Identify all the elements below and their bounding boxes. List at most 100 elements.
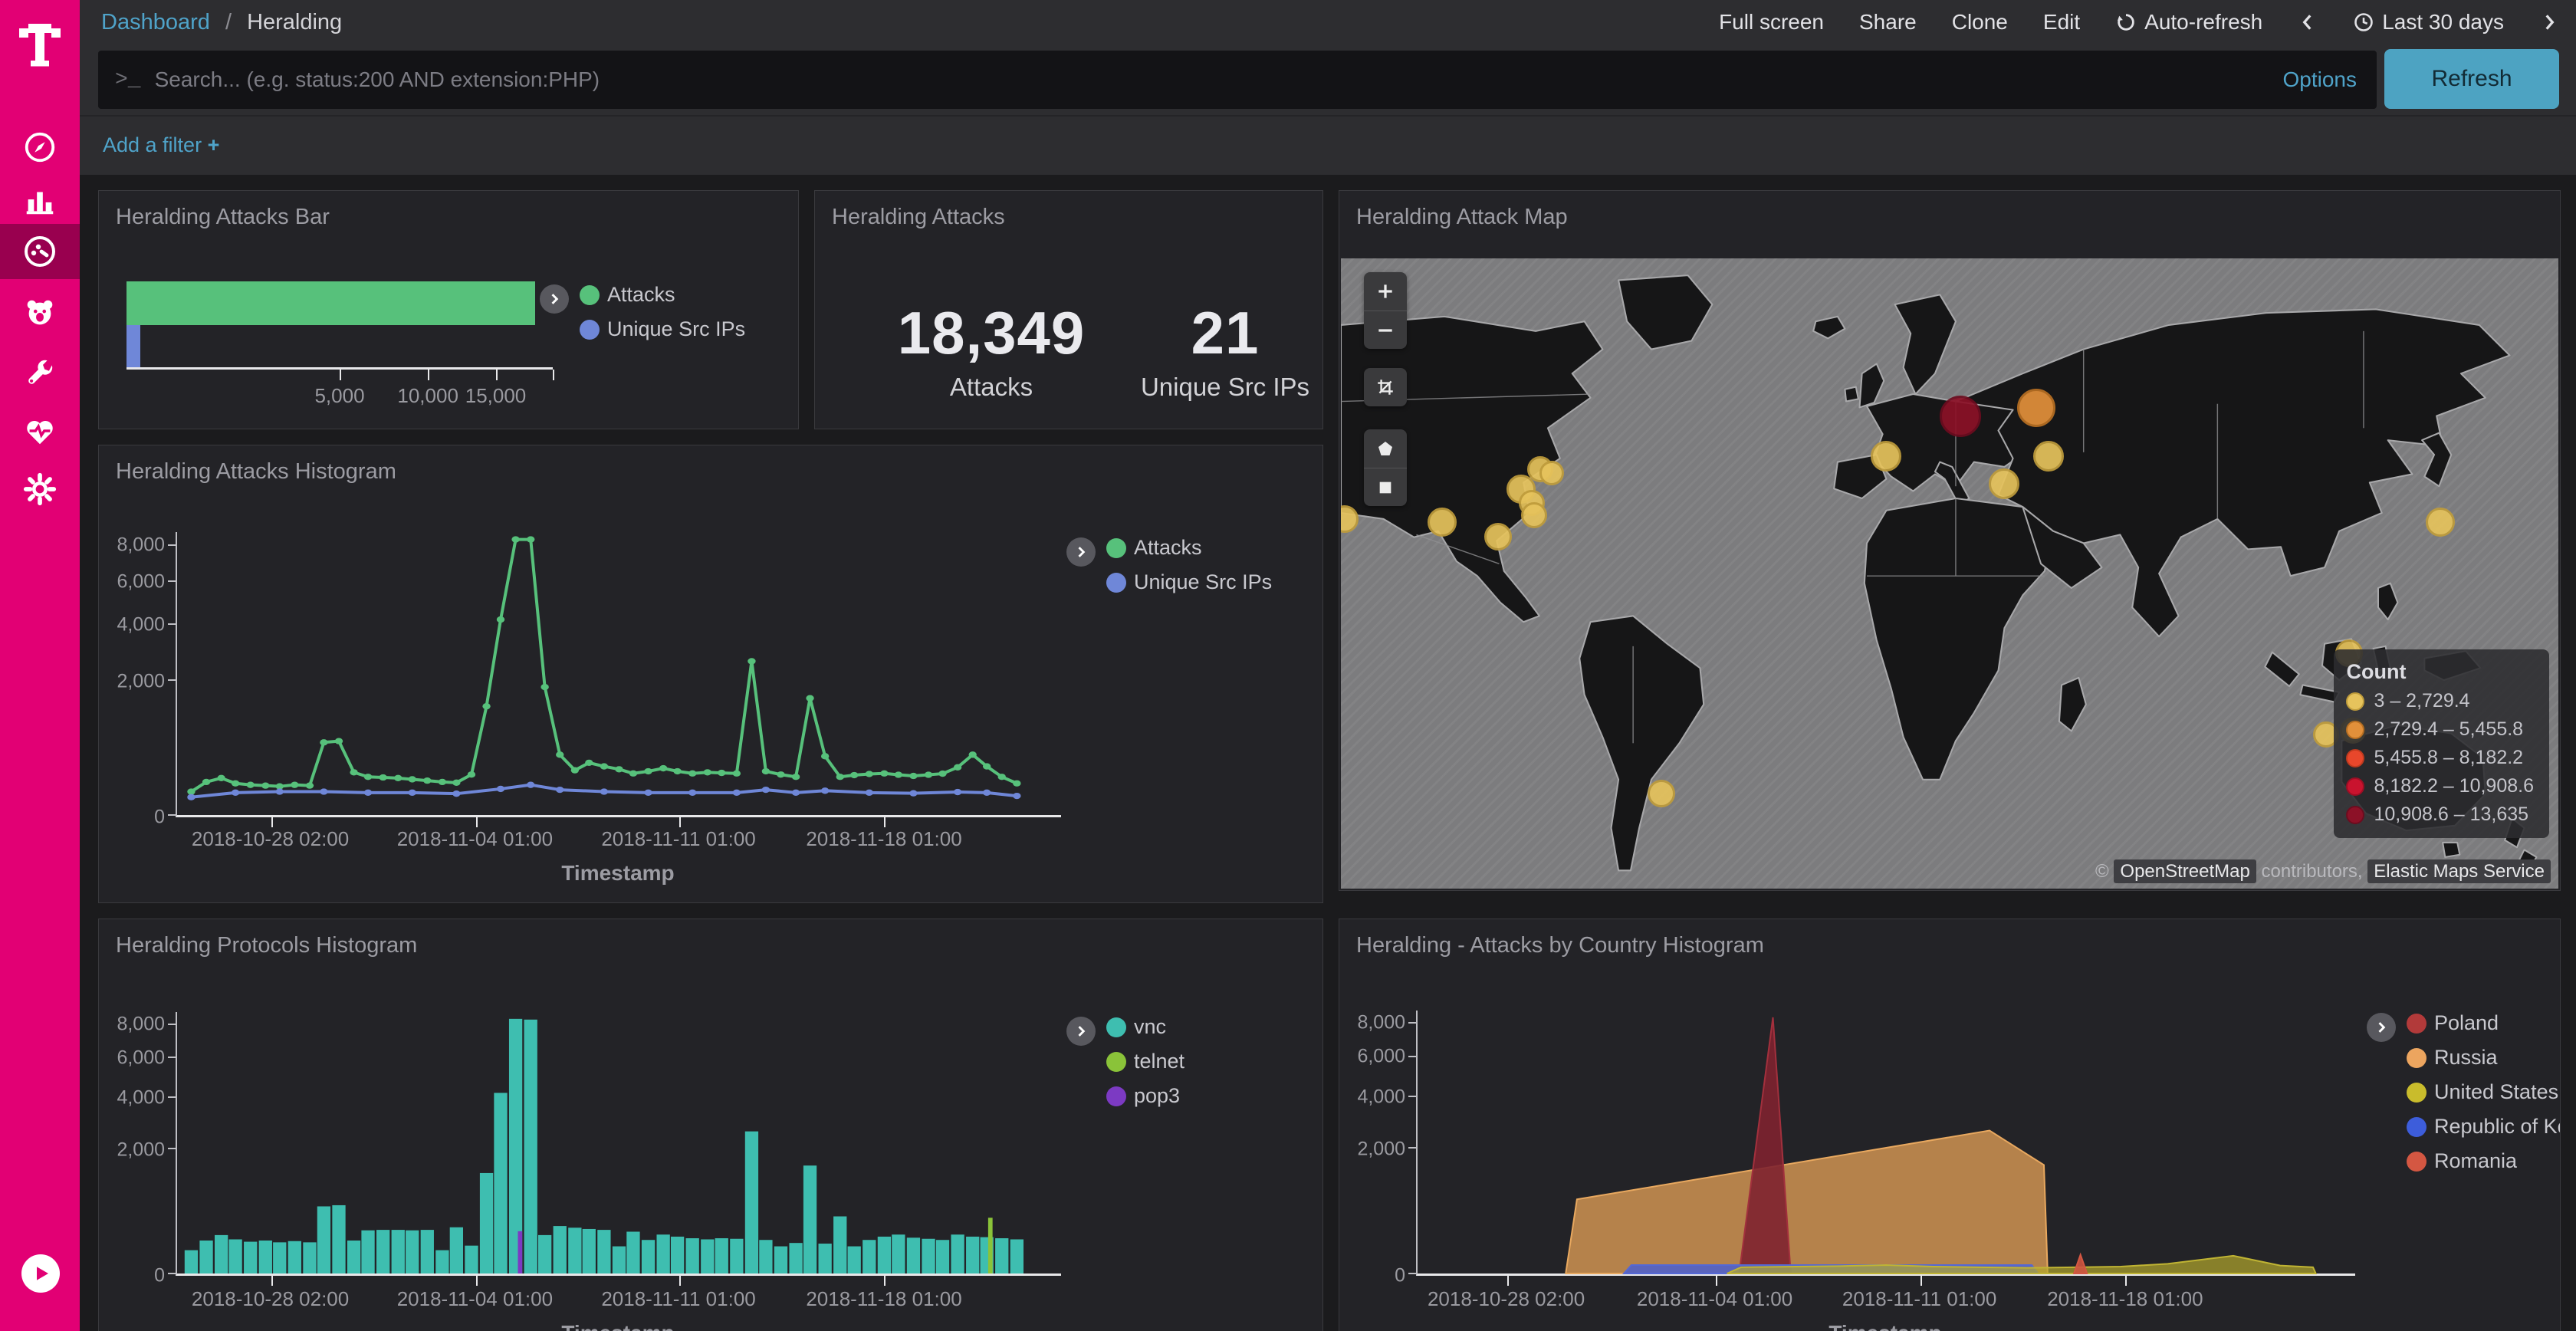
time-back-button[interactable] bbox=[2298, 12, 2318, 32]
x-tick-mark bbox=[1507, 1276, 1509, 1286]
world-map[interactable]: Count 3 – 2,729.42,729.4 – 5,455.85,455.… bbox=[1341, 258, 2558, 889]
attack-location-dot[interactable] bbox=[1428, 508, 1457, 537]
legend-label: Attacks bbox=[1134, 536, 1202, 560]
plot-area[interactable] bbox=[1416, 1011, 2355, 1276]
time-range-picker[interactable]: Last 30 days bbox=[2353, 10, 2504, 35]
legend-item[interactable]: Romania bbox=[2407, 1149, 2561, 1173]
y-tick-mark bbox=[1408, 1056, 1416, 1057]
y-tick-mark bbox=[168, 679, 176, 681]
legend-label: Romania bbox=[2434, 1149, 2517, 1173]
map-polygon-tool-button[interactable] bbox=[1364, 429, 1407, 468]
top-nav-bar: Dashboard / Heralding Full screen Share … bbox=[80, 0, 2576, 44]
y-tick-label: 8,000 bbox=[117, 534, 165, 557]
map-legend-item: 2,729.4 – 5,455.8 bbox=[2346, 718, 2534, 741]
elastic-maps-link[interactable]: Elastic Maps Service bbox=[2367, 859, 2551, 883]
legend-item[interactable]: telnet bbox=[1106, 1050, 1184, 1073]
legend-color-dot bbox=[2407, 1048, 2426, 1068]
metric-unique-src-ips: 21 Unique Src IPs bbox=[1137, 298, 1313, 402]
full-screen-button[interactable]: Full screen bbox=[1719, 10, 1824, 35]
map-legend-dot bbox=[2346, 777, 2364, 796]
auto-refresh-button[interactable]: Auto-refresh bbox=[2115, 10, 2262, 35]
x-tick-label: 2018-11-11 01:00 bbox=[601, 1287, 755, 1311]
sidebar-item-monitoring[interactable] bbox=[0, 403, 80, 458]
chart-legend: vnc telnet pop3 bbox=[1066, 1015, 1184, 1108]
legend-label: Unique Src IPs bbox=[607, 317, 745, 341]
map-rectangle-tool-button[interactable] bbox=[1364, 468, 1407, 506]
sidebar-item-dev-tools[interactable] bbox=[0, 345, 80, 400]
legend-item[interactable]: vnc bbox=[1106, 1015, 1184, 1039]
attack-location-dot[interactable] bbox=[2017, 389, 2055, 427]
attack-location-dot[interactable] bbox=[1871, 441, 1901, 472]
breadcrumb-dashboard-link[interactable]: Dashboard bbox=[101, 10, 210, 35]
attack-location-dot[interactable] bbox=[1648, 780, 1675, 807]
legend-item[interactable]: United States bbox=[2407, 1080, 2561, 1104]
legend-item[interactable]: pop3 bbox=[1106, 1084, 1184, 1108]
map-attribution: © OpenStreetMap contributors, Elastic Ma… bbox=[2095, 861, 2551, 882]
x-tick-mark bbox=[476, 1276, 478, 1286]
sidebar-item-bear-app[interactable] bbox=[0, 285, 80, 340]
breadcrumb-current: Heralding bbox=[247, 10, 342, 35]
legend-item[interactable]: Attacks bbox=[1106, 536, 1272, 560]
attack-location-dot[interactable] bbox=[1521, 502, 1547, 528]
search-input[interactable] bbox=[155, 67, 2283, 92]
attack-location-dot[interactable] bbox=[1484, 523, 1512, 550]
sidebar-item-management[interactable] bbox=[0, 462, 80, 517]
time-forward-button[interactable] bbox=[2539, 12, 2559, 32]
edit-button[interactable]: Edit bbox=[2043, 10, 2080, 35]
legend-label: vnc bbox=[1134, 1015, 1166, 1039]
attack-location-dot[interactable] bbox=[1940, 396, 1981, 437]
sidebar-item-dashboard[interactable] bbox=[0, 224, 80, 279]
legend-item[interactable]: Unique Src IPs bbox=[1106, 570, 1272, 594]
sidebar-item-visualize[interactable] bbox=[0, 173, 80, 228]
y-tick-mark bbox=[168, 544, 176, 546]
map-legend-label: 2,729.4 – 5,455.8 bbox=[2374, 718, 2523, 741]
refresh-cycle-icon bbox=[2115, 12, 2137, 33]
refresh-button[interactable]: Refresh bbox=[2384, 49, 2559, 109]
add-filter-link[interactable]: Add a filter + bbox=[103, 133, 219, 157]
chart-legend: Attacks Unique Src IPs bbox=[540, 283, 745, 341]
map-legend-label: 3 – 2,729.4 bbox=[2374, 690, 2469, 712]
y-tick-label: 2,000 bbox=[117, 1139, 165, 1162]
bar-unique-src-ips[interactable] bbox=[127, 325, 140, 367]
telekom-logo-icon[interactable] bbox=[12, 17, 67, 72]
legend-item[interactable]: Unique Src IPs bbox=[580, 317, 745, 341]
legend-item[interactable]: Attacks bbox=[580, 283, 745, 307]
share-button[interactable]: Share bbox=[1859, 10, 1917, 35]
legend-color-dot bbox=[2407, 1014, 2426, 1034]
y-tick-mark bbox=[168, 1096, 176, 1098]
sidebar-item-discover[interactable] bbox=[0, 120, 80, 175]
map-crop-button[interactable] bbox=[1364, 368, 1407, 406]
heartbeat-icon bbox=[22, 413, 58, 449]
x-axis: 5,00010,00015,000 bbox=[127, 367, 553, 370]
x-tick-mark bbox=[679, 1276, 681, 1286]
bear-icon bbox=[22, 295, 58, 330]
panel-heralding-attacks-bar: Heralding Attacks Bar 5,00010,00015,000 … bbox=[98, 190, 799, 429]
openstreetmap-link[interactable]: OpenStreetMap bbox=[2114, 859, 2256, 883]
x-tick-mark bbox=[1716, 1276, 1717, 1286]
clone-button[interactable]: Clone bbox=[1952, 10, 2008, 35]
legend-color-dot bbox=[1106, 1086, 1126, 1106]
attack-location-dot[interactable] bbox=[1989, 468, 2019, 499]
y-tick-mark bbox=[1408, 1022, 1416, 1024]
legend-item[interactable]: Republic of Korea bbox=[2407, 1115, 2561, 1139]
attack-location-dot[interactable] bbox=[1539, 461, 1564, 485]
legend-toggle-icon[interactable] bbox=[2367, 1013, 2396, 1042]
map-zoom-out-button[interactable] bbox=[1364, 311, 1407, 349]
sidebar-expand-button[interactable] bbox=[21, 1254, 60, 1293]
attack-location-dot[interactable] bbox=[2033, 441, 2064, 472]
x-tick-label: 2018-10-28 02:00 bbox=[192, 827, 349, 851]
sidebar bbox=[0, 0, 80, 1331]
attack-location-dot[interactable] bbox=[2426, 508, 2455, 537]
legend-toggle-icon[interactable] bbox=[1066, 537, 1096, 567]
map-zoom-in-button[interactable] bbox=[1364, 272, 1407, 311]
legend-toggle-icon[interactable] bbox=[540, 284, 569, 314]
legend-item[interactable]: Russia bbox=[2407, 1046, 2561, 1070]
plot-area[interactable] bbox=[176, 532, 1061, 817]
legend-item[interactable]: Poland bbox=[2407, 1011, 2561, 1035]
plot-area[interactable] bbox=[176, 1012, 1061, 1276]
query-options-link[interactable]: Options bbox=[2283, 67, 2358, 92]
legend-toggle-icon[interactable] bbox=[1066, 1017, 1096, 1046]
x-tick-label: 2018-11-04 01:00 bbox=[1637, 1287, 1792, 1311]
y-tick-label: 4,000 bbox=[117, 614, 165, 636]
bar-attacks[interactable] bbox=[127, 281, 535, 325]
